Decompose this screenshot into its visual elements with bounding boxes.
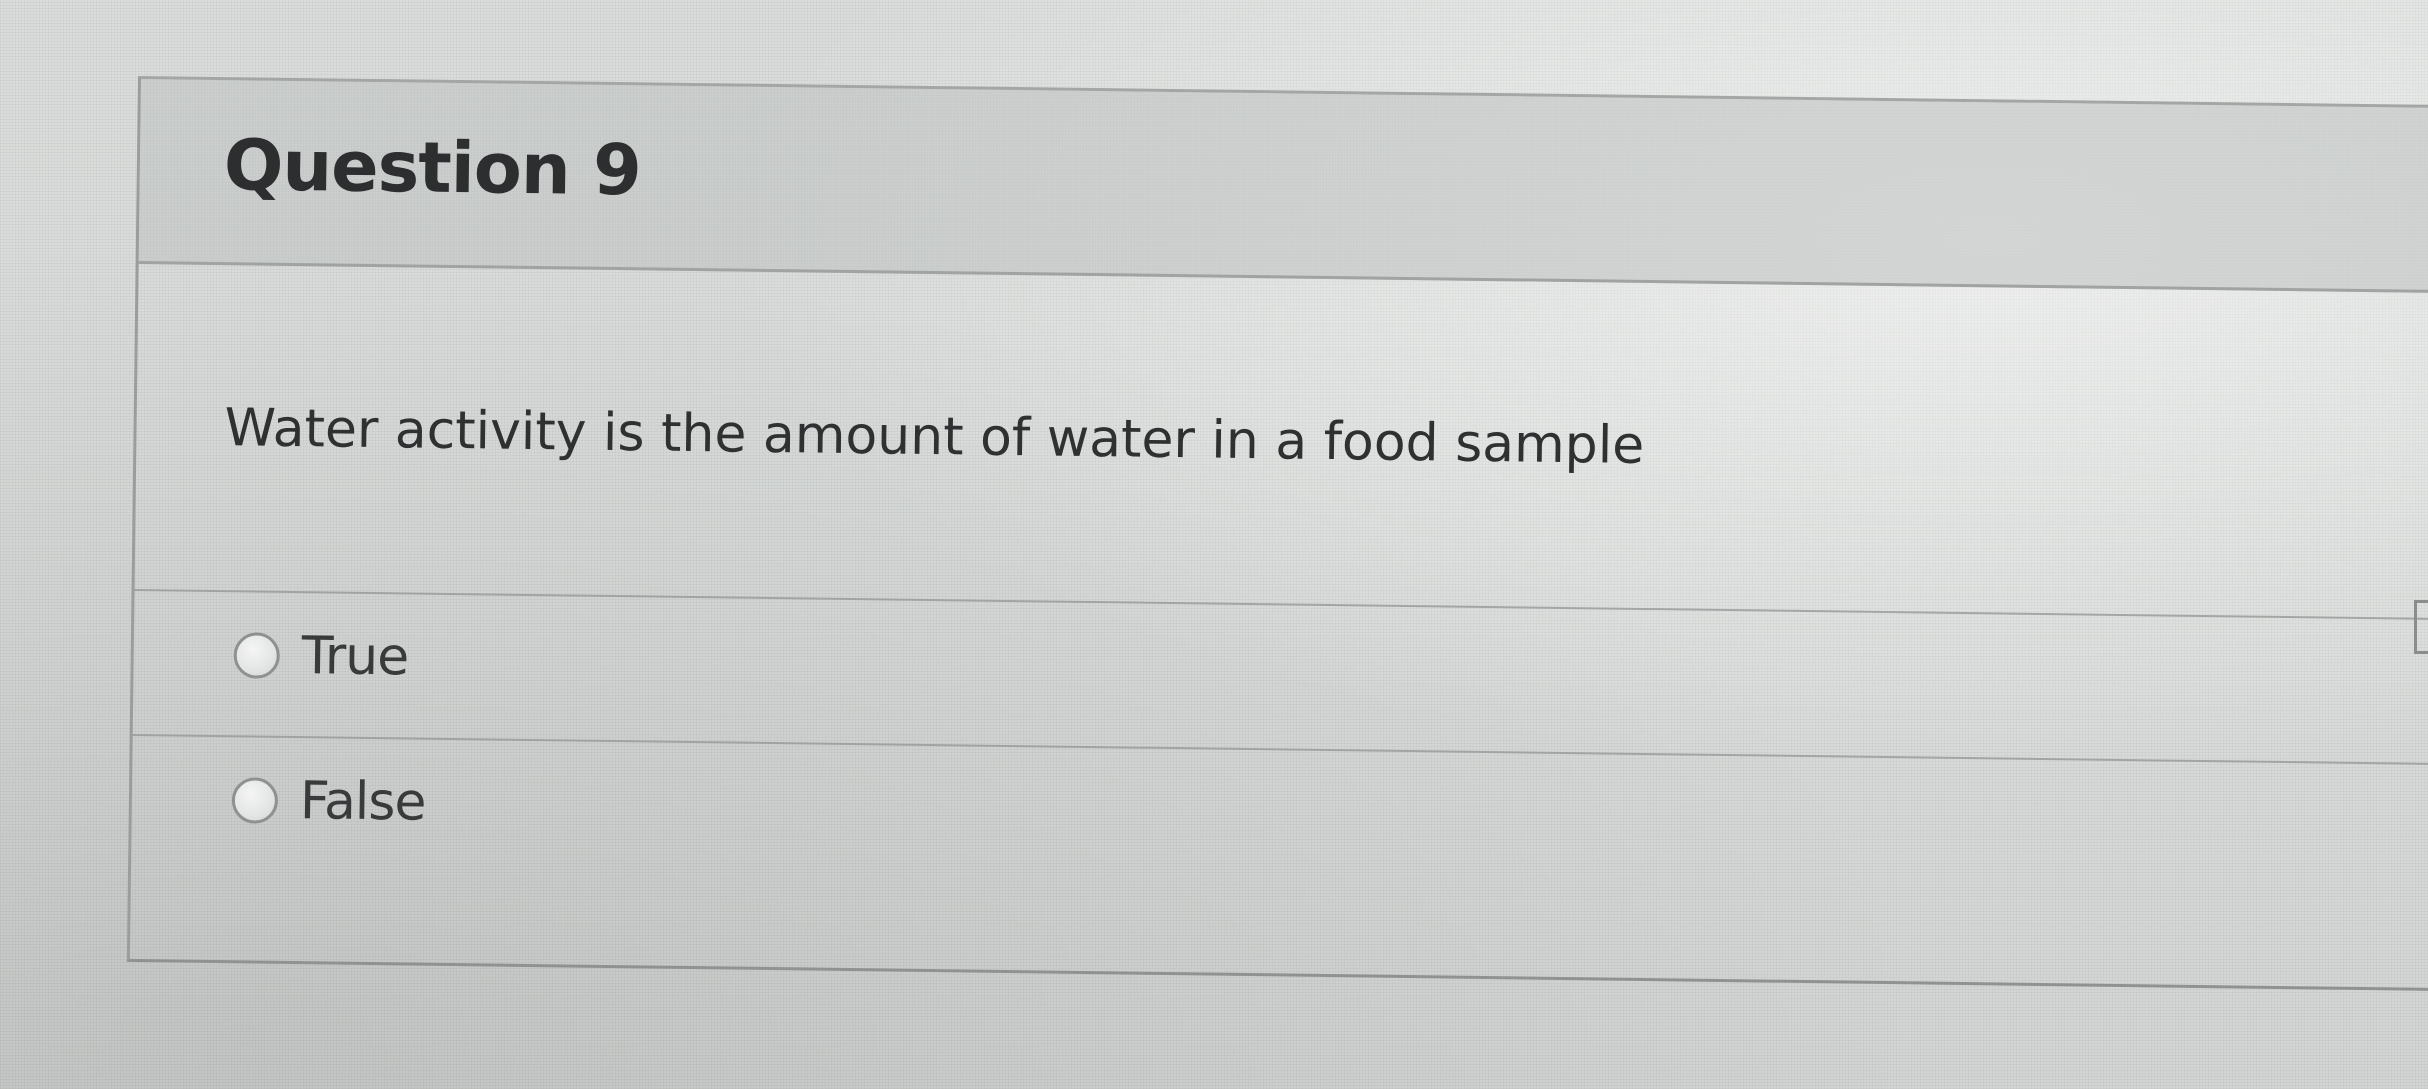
radio-unselected-icon[interactable] <box>233 632 281 679</box>
radio-unselected-icon[interactable] <box>231 777 279 824</box>
answer-option-false[interactable]: False <box>231 770 426 833</box>
answer-label-false: False <box>299 771 426 833</box>
question-card: Question 9 Water activity is the amount … <box>126 76 2428 993</box>
question-text: Water activity is the amount of water in… <box>224 398 1645 476</box>
bracket-icon <box>2414 600 2428 654</box>
answer-divider <box>134 588 2428 622</box>
answer-divider <box>132 733 2428 767</box>
question-title: Question 9 <box>223 124 642 212</box>
answer-label-true: True <box>301 626 409 688</box>
screen: Question 9 Water activity is the amount … <box>0 0 2428 1089</box>
question-header: Question 9 <box>138 79 2428 295</box>
answer-option-true[interactable]: True <box>233 625 409 688</box>
